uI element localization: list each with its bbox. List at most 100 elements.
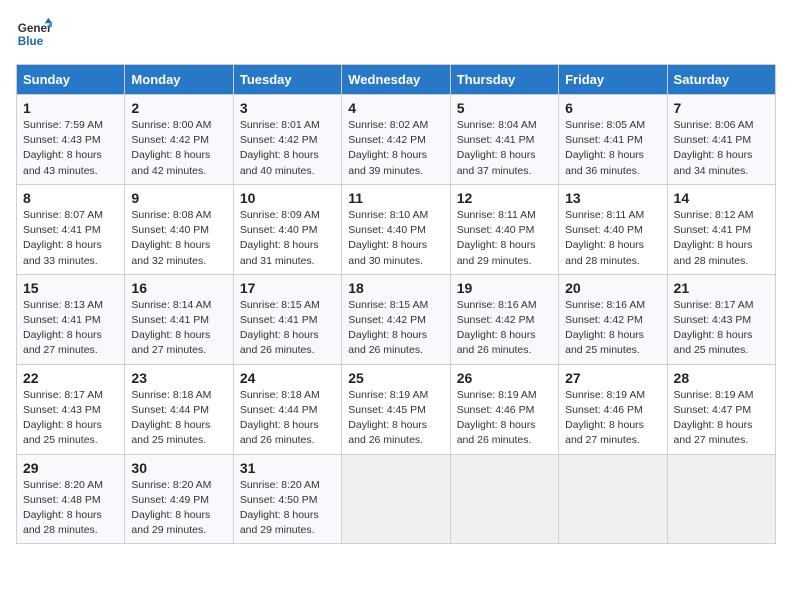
day-number: 13 [565,190,660,206]
calendar-cell: 11 Sunrise: 8:10 AMSunset: 4:40 PMDayligh… [342,184,450,274]
cell-info: Sunrise: 8:17 AMSunset: 4:43 PMDaylight:… [674,299,754,357]
calendar-cell: 23 Sunrise: 8:18 AMSunset: 4:44 PMDayligh… [125,364,233,454]
calendar-cell [450,454,558,544]
cell-info: Sunrise: 8:20 AMSunset: 4:48 PMDaylight:… [23,479,103,537]
cell-info: Sunrise: 8:18 AMSunset: 4:44 PMDaylight:… [240,389,320,447]
cell-info: Sunrise: 8:19 AMSunset: 4:47 PMDaylight:… [674,389,754,447]
cell-info: Sunrise: 8:20 AMSunset: 4:49 PMDaylight:… [131,479,211,537]
day-number: 23 [131,370,226,386]
cell-info: Sunrise: 8:12 AMSunset: 4:41 PMDaylight:… [674,209,754,267]
calendar-table: SundayMondayTuesdayWednesdayThursdayFrid… [16,64,776,544]
cell-info: Sunrise: 8:13 AMSunset: 4:41 PMDaylight:… [23,299,103,357]
day-number: 22 [23,370,118,386]
cell-info: Sunrise: 8:11 AMSunset: 4:40 PMDaylight:… [565,209,644,267]
day-number: 15 [23,280,118,296]
day-number: 5 [457,100,552,116]
calendar-cell [667,454,775,544]
cell-info: Sunrise: 8:02 AMSunset: 4:42 PMDaylight:… [348,119,428,177]
calendar-cell: 2 Sunrise: 8:00 AMSunset: 4:42 PMDaylight… [125,95,233,185]
calendar-cell: 20 Sunrise: 8:16 AMSunset: 4:42 PMDayligh… [559,274,667,364]
calendar-cell: 22 Sunrise: 8:17 AMSunset: 4:43 PMDayligh… [17,364,125,454]
day-number: 2 [131,100,226,116]
day-number: 6 [565,100,660,116]
calendar-cell: 15 Sunrise: 8:13 AMSunset: 4:41 PMDayligh… [17,274,125,364]
day-number: 11 [348,190,443,206]
col-header-wednesday: Wednesday [342,65,450,95]
day-number: 10 [240,190,335,206]
page-header: General Blue [16,16,776,52]
col-header-saturday: Saturday [667,65,775,95]
day-number: 8 [23,190,118,206]
cell-info: Sunrise: 8:06 AMSunset: 4:41 PMDaylight:… [674,119,754,177]
cell-info: Sunrise: 8:19 AMSunset: 4:46 PMDaylight:… [565,389,645,447]
week-row-5: 29 Sunrise: 8:20 AMSunset: 4:48 PMDayligh… [17,454,776,544]
calendar-cell: 19 Sunrise: 8:16 AMSunset: 4:42 PMDayligh… [450,274,558,364]
cell-info: Sunrise: 8:19 AMSunset: 4:46 PMDaylight:… [457,389,537,447]
day-number: 3 [240,100,335,116]
col-header-monday: Monday [125,65,233,95]
cell-info: Sunrise: 8:10 AMSunset: 4:40 PMDaylight:… [348,209,428,267]
calendar-cell: 4 Sunrise: 8:02 AMSunset: 4:42 PMDaylight… [342,95,450,185]
calendar-cell: 28 Sunrise: 8:19 AMSunset: 4:47 PMDayligh… [667,364,775,454]
calendar-cell: 7 Sunrise: 8:06 AMSunset: 4:41 PMDaylight… [667,95,775,185]
cell-info: Sunrise: 8:00 AMSunset: 4:42 PMDaylight:… [131,119,211,177]
calendar-cell: 1 Sunrise: 7:59 AMSunset: 4:43 PMDaylight… [17,95,125,185]
calendar-cell: 30 Sunrise: 8:20 AMSunset: 4:49 PMDayligh… [125,454,233,544]
day-number: 16 [131,280,226,296]
day-number: 25 [348,370,443,386]
cell-info: Sunrise: 8:14 AMSunset: 4:41 PMDaylight:… [131,299,211,357]
calendar-cell: 5 Sunrise: 8:04 AMSunset: 4:41 PMDaylight… [450,95,558,185]
calendar-cell: 31Sunrise: 8:20 AMSunset: 4:50 PMDayligh… [233,454,341,544]
calendar-cell: 14Sunrise: 8:12 AMSunset: 4:41 PMDayligh… [667,184,775,274]
day-number: 27 [565,370,660,386]
logo: General Blue [16,16,32,52]
calendar-cell: 18 Sunrise: 8:15 AMSunset: 4:42 PMDayligh… [342,274,450,364]
calendar-cell: 8 Sunrise: 8:07 AMSunset: 4:41 PMDaylight… [17,184,125,274]
col-header-tuesday: Tuesday [233,65,341,95]
day-number: 28 [674,370,769,386]
calendar-cell: 27 Sunrise: 8:19 AMSunset: 4:46 PMDayligh… [559,364,667,454]
day-number: 1 [23,100,118,116]
cell-info: Sunrise: 8:17 AMSunset: 4:43 PMDaylight:… [23,389,103,447]
cell-info: Sunrise: 8:11 AMSunset: 4:40 PMDaylight:… [457,209,536,267]
calendar-cell: 29 Sunrise: 8:20 AMSunset: 4:48 PMDayligh… [17,454,125,544]
day-number: 20 [565,280,660,296]
col-header-sunday: Sunday [17,65,125,95]
calendar-cell: 24Sunrise: 8:18 AMSunset: 4:44 PMDayligh… [233,364,341,454]
calendar-cell: 16 Sunrise: 8:14 AMSunset: 4:41 PMDayligh… [125,274,233,364]
cell-info: Sunrise: 8:15 AMSunset: 4:42 PMDaylight:… [348,299,428,357]
calendar-cell: 10Sunrise: 8:09 AMSunset: 4:40 PMDayligh… [233,184,341,274]
cell-info: Sunrise: 8:04 AMSunset: 4:41 PMDaylight:… [457,119,537,177]
cell-info: Sunrise: 8:19 AMSunset: 4:45 PMDaylight:… [348,389,428,447]
cell-info: Sunrise: 8:15 AMSunset: 4:41 PMDaylight:… [240,299,320,357]
calendar-cell: 26 Sunrise: 8:19 AMSunset: 4:46 PMDayligh… [450,364,558,454]
day-number: 26 [457,370,552,386]
week-row-3: 15 Sunrise: 8:13 AMSunset: 4:41 PMDayligh… [17,274,776,364]
day-number: 19 [457,280,552,296]
calendar-cell [342,454,450,544]
week-row-2: 8 Sunrise: 8:07 AMSunset: 4:41 PMDaylight… [17,184,776,274]
logo-icon: General Blue [16,16,52,52]
cell-info: Sunrise: 8:16 AMSunset: 4:42 PMDaylight:… [565,299,645,357]
cell-info: Sunrise: 8:16 AMSunset: 4:42 PMDaylight:… [457,299,537,357]
cell-info: Sunrise: 7:59 AMSunset: 4:43 PMDaylight:… [23,119,103,177]
calendar-cell: 17 Sunrise: 8:15 AMSunset: 4:41 PMDayligh… [233,274,341,364]
day-number: 30 [131,460,226,476]
calendar-cell: 9Sunrise: 8:08 AMSunset: 4:40 PMDaylight… [125,184,233,274]
day-number: 7 [674,100,769,116]
day-number: 4 [348,100,443,116]
day-number: 29 [23,460,118,476]
svg-text:Blue: Blue [18,35,44,48]
cell-info: Sunrise: 8:05 AMSunset: 4:41 PMDaylight:… [565,119,645,177]
calendar-cell: 13 Sunrise: 8:11 AMSunset: 4:40 PMDayligh… [559,184,667,274]
day-number: 17 [240,280,335,296]
calendar-cell: 25 Sunrise: 8:19 AMSunset: 4:45 PMDayligh… [342,364,450,454]
calendar-cell: 12 Sunrise: 8:11 AMSunset: 4:40 PMDayligh… [450,184,558,274]
cell-info: Sunrise: 8:20 AMSunset: 4:50 PMDaylight:… [240,479,320,537]
day-number: 18 [348,280,443,296]
cell-info: Sunrise: 8:07 AMSunset: 4:41 PMDaylight:… [23,209,103,267]
cell-info: Sunrise: 8:18 AMSunset: 4:44 PMDaylight:… [131,389,211,447]
col-header-friday: Friday [559,65,667,95]
day-number: 9 [131,190,226,206]
day-number: 12 [457,190,552,206]
